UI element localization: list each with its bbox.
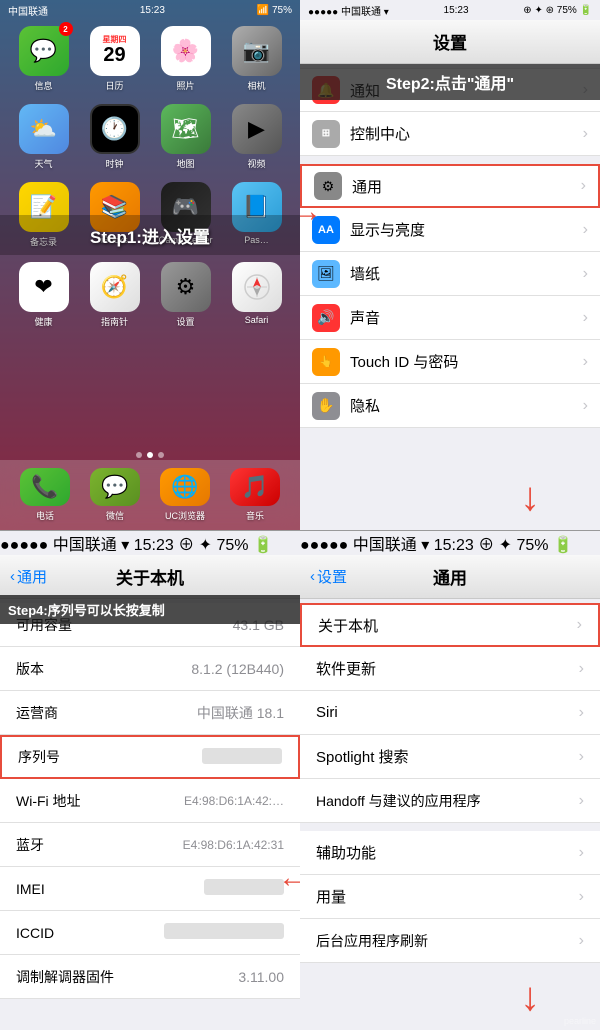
app-weather[interactable]: ⛅ 天气 [14, 104, 74, 170]
battery-home: 📶 75% [257, 5, 292, 16]
about-row-serial[interactable]: 序列号 [0, 735, 300, 779]
carrier-home: 中国联通 [8, 3, 48, 18]
about-row-carrier: 运营商 中国联通 18.1 [0, 691, 300, 735]
app-notes[interactable]: 📝 备忘录 [14, 182, 74, 248]
app-row-1: 💬 2 信息 星期四29 日历 🌸 照片 📷 [0, 20, 300, 98]
general-back-button[interactable]: ‹ 设置 [310, 566, 347, 587]
general-title: 通用 [433, 564, 467, 589]
app-clock[interactable]: 🕐 时钟 [85, 104, 145, 170]
app-photos[interactable]: 🌸 照片 [156, 26, 216, 92]
dock-wechat[interactable]: 💬 微信 [85, 468, 145, 522]
page-dots [0, 452, 300, 458]
about-rows: 可用容量 43.1 GB 版本 8.1.2 (12B440) 运营商 中国联通 … [0, 603, 300, 999]
general-row-siri[interactable]: Siri › [300, 691, 600, 735]
app-messages[interactable]: 💬 2 信息 [14, 26, 74, 92]
app-ibooks[interactable]: 📚 iBooks [85, 182, 145, 248]
about-row-version: 版本 8.1.2 (12B440) [0, 647, 300, 691]
about-title: 关于本机 [116, 564, 184, 589]
general-panel: ●●●●● 中国联通 ▾ 15:23 ⊕ ✦ 75% 🔋 ‹ 设置 通用 Ste… [300, 530, 600, 1030]
time-settings: 15:23 [444, 5, 469, 16]
app-health[interactable]: ❤ 健康 [14, 262, 74, 328]
general-row-background[interactable]: 后台应用程序刷新 › [300, 919, 600, 963]
general-rows: 关于本机 › 软件更新 › Siri › Spotlight 搜索 › Hand… [300, 603, 600, 963]
status-bar-home: 中国联通 15:23 📶 75% [0, 0, 300, 20]
settings-panel: ●●●●● 中国联通 ▾ 15:23 ⊕ ✦ ⊛ 75% 🔋 设置 Step2:… [300, 0, 600, 530]
app-safari[interactable]: Safari [227, 262, 287, 328]
settings-section-2: ⚙ 通用 › AA 显示与亮度 › 🖼 墙纸 › → 🔊 声音 › [300, 164, 600, 428]
settings-title: 设置 [433, 29, 467, 54]
general-row-spotlight[interactable]: Spotlight 搜索 › [300, 735, 600, 779]
app-settings[interactable]: ⚙ 设置 [156, 262, 216, 328]
general-row-about[interactable]: 关于本机 › [300, 603, 600, 647]
home-screen-panel: 中国联通 15:23 📶 75% 💬 2 信息 星期四29 日历 [0, 0, 300, 530]
app-row-3: 📝 备忘录 📚 iBooks 🎮 Game Center 📘 Pas… [0, 176, 300, 254]
red-arrow-down-settings: ↓ [520, 475, 540, 520]
settings-row-control-center[interactable]: ⊞ 控制中心 › [300, 112, 600, 156]
status-bar-general: ●●●●● 中国联通 ▾ 15:23 ⊕ ✦ 75% 🔋 [300, 531, 600, 555]
dock-phone[interactable]: 📞 电话 [15, 468, 75, 522]
about-panel: ●●●●● 中国联通 ▾ 15:23 ⊕ ✦ 75% 🔋 ‹ 通用 关于本机 S… [0, 530, 300, 1030]
about-row-capacity: 可用容量 43.1 GB [0, 603, 300, 647]
app-row-4: ❤ 健康 🧭 指南针 ⚙ 设置 [0, 256, 300, 334]
general-row-handoff[interactable]: Handoff 与建议的应用程序 › [300, 779, 600, 823]
general-nav-bar: ‹ 设置 通用 [300, 555, 600, 599]
app-camera[interactable]: 📷 相机 [227, 26, 287, 92]
about-row-iccid: ICCID [0, 911, 300, 955]
app-calendar[interactable]: 星期四29 日历 [85, 26, 145, 92]
about-row-imei: IMEI [0, 867, 300, 911]
settings-row-privacy[interactable]: ✋ 隐私 › [300, 384, 600, 428]
general-row-update[interactable]: 软件更新 › [300, 647, 600, 691]
settings-row-general[interactable]: ⚙ 通用 › [300, 164, 600, 208]
general-row-accessibility[interactable]: 辅助功能 › [300, 831, 600, 875]
about-row-bluetooth: 蓝牙 E4:98:D6:1A:42:31 [0, 823, 300, 867]
settings-nav-bar: 设置 [300, 20, 600, 64]
dock: 📞 电话 💬 微信 🌐 UC浏览器 🎵 音乐 [0, 460, 300, 530]
app-row-2: ⛅ 天气 🕐 时钟 🗺 地图 ▶ 视频 [0, 98, 300, 176]
settings-row-wallpaper[interactable]: 🖼 墙纸 › [300, 252, 600, 296]
carrier-settings: ●●●●● 中国联通 ▾ [308, 3, 389, 18]
watermark: pearline [564, 1016, 596, 1026]
general-row-usage[interactable]: 用量 › [300, 875, 600, 919]
app-gamecenter[interactable]: 🎮 Game Center [156, 182, 216, 248]
red-arrow-down-general: ↓ [520, 975, 540, 1020]
settings-section-1: 🔔 通知 › ⊞ 控制中心 › [300, 68, 600, 156]
about-back-button[interactable]: ‹ 通用 [10, 566, 47, 587]
settings-row-sound[interactable]: 🔊 声音 › [300, 296, 600, 340]
dock-uc[interactable]: 🌐 UC浏览器 [155, 468, 215, 522]
app-compass[interactable]: 🧭 指南针 [85, 262, 145, 328]
about-nav-bar: ‹ 通用 关于本机 [0, 555, 300, 599]
app-passport[interactable]: 📘 Pas… [227, 182, 287, 248]
app-maps[interactable]: 🗺 地图 [156, 104, 216, 170]
settings-row-notifications[interactable]: 🔔 通知 › [300, 68, 600, 112]
about-row-modem: 调制解调器固件 3.11.00 [0, 955, 300, 999]
battery-settings: ⊕ ✦ ⊛ 75% 🔋 [523, 5, 592, 16]
status-bar-settings: ●●●●● 中国联通 ▾ 15:23 ⊕ ✦ ⊛ 75% 🔋 [300, 0, 600, 20]
settings-row-touchid[interactable]: 👆 Touch ID 与密码 › [300, 340, 600, 384]
time-home: 15:23 [140, 5, 165, 16]
dock-music[interactable]: 🎵 音乐 [225, 468, 285, 522]
settings-row-display[interactable]: AA 显示与亮度 › [300, 208, 600, 252]
status-bar-about: ●●●●● 中国联通 ▾ 15:23 ⊕ ✦ 75% 🔋 [0, 531, 300, 555]
app-videos[interactable]: ▶ 视频 [227, 104, 287, 170]
about-row-wifi: Wi-Fi 地址 E4:98:D6:1A:42:… [0, 779, 300, 823]
